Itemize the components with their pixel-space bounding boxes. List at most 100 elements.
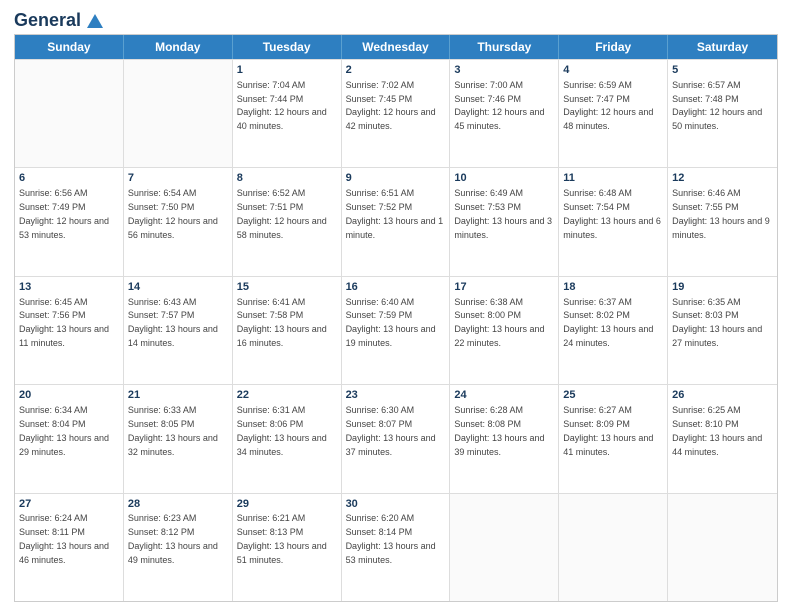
cell-sunrise: Sunrise: 6:24 AMSunset: 8:11 PMDaylight:… bbox=[19, 513, 109, 564]
calendar-row-5: 27Sunrise: 6:24 AMSunset: 8:11 PMDayligh… bbox=[15, 493, 777, 601]
logo-text-general: General bbox=[14, 11, 81, 31]
day-number: 27 bbox=[19, 497, 119, 512]
day-number: 6 bbox=[19, 171, 119, 186]
calendar-cell-9: 9 Sunrise: 6:51 AMSunset: 7:52 PMDaylight… bbox=[342, 168, 451, 275]
cell-sunrise: Sunrise: 6:43 AMSunset: 7:57 PMDaylight:… bbox=[128, 297, 218, 348]
calendar-row-3: 13 Sunrise: 6:45 AMSunset: 7:56 PMDayligh… bbox=[15, 276, 777, 384]
logo: General bbox=[14, 10, 105, 28]
day-number: 11 bbox=[563, 171, 663, 186]
calendar-cell-6: 6 Sunrise: 6:56 AMSunset: 7:49 PMDaylight… bbox=[15, 168, 124, 275]
cell-sunrise: Sunrise: 7:00 AMSunset: 7:46 PMDaylight:… bbox=[454, 80, 544, 131]
calendar-cell-12: 12 Sunrise: 6:46 AMSunset: 7:55 PMDayligh… bbox=[668, 168, 777, 275]
cell-sunrise: Sunrise: 6:30 AMSunset: 8:07 PMDaylight:… bbox=[346, 405, 436, 456]
day-number: 14 bbox=[128, 280, 228, 295]
calendar-cell-27: 27Sunrise: 6:24 AMSunset: 8:11 PMDayligh… bbox=[15, 494, 124, 601]
calendar-cell-empty bbox=[450, 494, 559, 601]
calendar-cell-empty bbox=[124, 60, 233, 167]
calendar-cell-23: 23 Sunrise: 6:30 AMSunset: 8:07 PMDayligh… bbox=[342, 385, 451, 492]
day-number: 28 bbox=[128, 497, 228, 512]
day-number: 15 bbox=[237, 280, 337, 295]
calendar-cell-14: 14 Sunrise: 6:43 AMSunset: 7:57 PMDayligh… bbox=[124, 277, 233, 384]
cell-sunrise: Sunrise: 6:25 AMSunset: 8:10 PMDaylight:… bbox=[672, 405, 762, 456]
day-number: 2 bbox=[346, 63, 446, 78]
cell-sunrise: Sunrise: 6:48 AMSunset: 7:54 PMDaylight:… bbox=[563, 188, 661, 239]
day-number: 4 bbox=[563, 63, 663, 78]
calendar-cell-13: 13 Sunrise: 6:45 AMSunset: 7:56 PMDayligh… bbox=[15, 277, 124, 384]
calendar-cell-empty bbox=[15, 60, 124, 167]
day-number: 8 bbox=[237, 171, 337, 186]
cell-sunrise: Sunrise: 6:23 AMSunset: 8:12 PMDaylight:… bbox=[128, 513, 218, 564]
day-number: 25 bbox=[563, 388, 663, 403]
calendar-row-2: 6 Sunrise: 6:56 AMSunset: 7:49 PMDaylight… bbox=[15, 167, 777, 275]
cell-sunrise: Sunrise: 6:20 AMSunset: 8:14 PMDaylight:… bbox=[346, 513, 436, 564]
calendar-cell-17: 17 Sunrise: 6:38 AMSunset: 8:00 PMDayligh… bbox=[450, 277, 559, 384]
day-number: 20 bbox=[19, 388, 119, 403]
header-day-thursday: Thursday bbox=[450, 35, 559, 59]
header-day-monday: Monday bbox=[124, 35, 233, 59]
day-number: 17 bbox=[454, 280, 554, 295]
calendar-cell-2: 2 Sunrise: 7:02 AMSunset: 7:45 PMDaylight… bbox=[342, 60, 451, 167]
calendar-cell-24: 24 Sunrise: 6:28 AMSunset: 8:08 PMDayligh… bbox=[450, 385, 559, 492]
calendar-cell-11: 11 Sunrise: 6:48 AMSunset: 7:54 PMDayligh… bbox=[559, 168, 668, 275]
cell-sunrise: Sunrise: 6:56 AMSunset: 7:49 PMDaylight:… bbox=[19, 188, 109, 239]
day-number: 7 bbox=[128, 171, 228, 186]
cell-sunrise: Sunrise: 6:35 AMSunset: 8:03 PMDaylight:… bbox=[672, 297, 762, 348]
cell-sunrise: Sunrise: 6:33 AMSunset: 8:05 PMDaylight:… bbox=[128, 405, 218, 456]
page: General SundayMondayTuesdayWednesdayThur… bbox=[0, 0, 792, 612]
cell-sunrise: Sunrise: 7:02 AMSunset: 7:45 PMDaylight:… bbox=[346, 80, 436, 131]
cell-sunrise: Sunrise: 7:04 AMSunset: 7:44 PMDaylight:… bbox=[237, 80, 327, 131]
cell-sunrise: Sunrise: 6:51 AMSunset: 7:52 PMDaylight:… bbox=[346, 188, 444, 239]
cell-sunrise: Sunrise: 6:38 AMSunset: 8:00 PMDaylight:… bbox=[454, 297, 544, 348]
day-number: 10 bbox=[454, 171, 554, 186]
calendar-header: SundayMondayTuesdayWednesdayThursdayFrid… bbox=[15, 35, 777, 59]
calendar-body: 1Sunrise: 7:04 AMSunset: 7:44 PMDaylight… bbox=[15, 59, 777, 601]
cell-sunrise: Sunrise: 6:49 AMSunset: 7:53 PMDaylight:… bbox=[454, 188, 552, 239]
calendar-cell-21: 21 Sunrise: 6:33 AMSunset: 8:05 PMDayligh… bbox=[124, 385, 233, 492]
header-day-friday: Friday bbox=[559, 35, 668, 59]
calendar-cell-29: 29Sunrise: 6:21 AMSunset: 8:13 PMDayligh… bbox=[233, 494, 342, 601]
day-number: 9 bbox=[346, 171, 446, 186]
calendar-cell-16: 16Sunrise: 6:40 AMSunset: 7:59 PMDayligh… bbox=[342, 277, 451, 384]
calendar-cell-26: 26Sunrise: 6:25 AMSunset: 8:10 PMDayligh… bbox=[668, 385, 777, 492]
calendar-cell-15: 15 Sunrise: 6:41 AMSunset: 7:58 PMDayligh… bbox=[233, 277, 342, 384]
calendar-cell-4: 4 Sunrise: 6:59 AMSunset: 7:47 PMDaylight… bbox=[559, 60, 668, 167]
cell-sunrise: Sunrise: 6:28 AMSunset: 8:08 PMDaylight:… bbox=[454, 405, 544, 456]
cell-sunrise: Sunrise: 6:59 AMSunset: 7:47 PMDaylight:… bbox=[563, 80, 653, 131]
day-number: 12 bbox=[672, 171, 773, 186]
calendar-cell-22: 22 Sunrise: 6:31 AMSunset: 8:06 PMDayligh… bbox=[233, 385, 342, 492]
header-day-saturday: Saturday bbox=[668, 35, 777, 59]
day-number: 21 bbox=[128, 388, 228, 403]
calendar-cell-5: 5 Sunrise: 6:57 AMSunset: 7:48 PMDaylight… bbox=[668, 60, 777, 167]
calendar-cell-8: 8 Sunrise: 6:52 AMSunset: 7:51 PMDaylight… bbox=[233, 168, 342, 275]
calendar-cell-20: 20 Sunrise: 6:34 AMSunset: 8:04 PMDayligh… bbox=[15, 385, 124, 492]
header-day-wednesday: Wednesday bbox=[342, 35, 451, 59]
calendar-cell-empty bbox=[668, 494, 777, 601]
cell-sunrise: Sunrise: 6:21 AMSunset: 8:13 PMDaylight:… bbox=[237, 513, 327, 564]
day-number: 22 bbox=[237, 388, 337, 403]
cell-sunrise: Sunrise: 6:52 AMSunset: 7:51 PMDaylight:… bbox=[237, 188, 327, 239]
cell-sunrise: Sunrise: 6:41 AMSunset: 7:58 PMDaylight:… bbox=[237, 297, 327, 348]
day-number: 3 bbox=[454, 63, 554, 78]
cell-sunrise: Sunrise: 6:54 AMSunset: 7:50 PMDaylight:… bbox=[128, 188, 218, 239]
calendar-cell-18: 18Sunrise: 6:37 AMSunset: 8:02 PMDayligh… bbox=[559, 277, 668, 384]
calendar-cell-28: 28Sunrise: 6:23 AMSunset: 8:12 PMDayligh… bbox=[124, 494, 233, 601]
cell-sunrise: Sunrise: 6:34 AMSunset: 8:04 PMDaylight:… bbox=[19, 405, 109, 456]
day-number: 16 bbox=[346, 280, 446, 295]
calendar-cell-1: 1Sunrise: 7:04 AMSunset: 7:44 PMDaylight… bbox=[233, 60, 342, 167]
calendar-cell-19: 19Sunrise: 6:35 AMSunset: 8:03 PMDayligh… bbox=[668, 277, 777, 384]
calendar-cell-7: 7 Sunrise: 6:54 AMSunset: 7:50 PMDaylight… bbox=[124, 168, 233, 275]
day-number: 24 bbox=[454, 388, 554, 403]
calendar-cell-empty bbox=[559, 494, 668, 601]
cell-sunrise: Sunrise: 6:45 AMSunset: 7:56 PMDaylight:… bbox=[19, 297, 109, 348]
header-day-tuesday: Tuesday bbox=[233, 35, 342, 59]
day-number: 13 bbox=[19, 280, 119, 295]
cell-sunrise: Sunrise: 6:57 AMSunset: 7:48 PMDaylight:… bbox=[672, 80, 762, 131]
day-number: 23 bbox=[346, 388, 446, 403]
cell-sunrise: Sunrise: 6:46 AMSunset: 7:55 PMDaylight:… bbox=[672, 188, 770, 239]
cell-sunrise: Sunrise: 6:31 AMSunset: 8:06 PMDaylight:… bbox=[237, 405, 327, 456]
calendar-cell-3: 3 Sunrise: 7:00 AMSunset: 7:46 PMDaylight… bbox=[450, 60, 559, 167]
day-number: 18 bbox=[563, 280, 663, 295]
day-number: 5 bbox=[672, 63, 773, 78]
calendar-cell-30: 30Sunrise: 6:20 AMSunset: 8:14 PMDayligh… bbox=[342, 494, 451, 601]
header-day-sunday: Sunday bbox=[15, 35, 124, 59]
